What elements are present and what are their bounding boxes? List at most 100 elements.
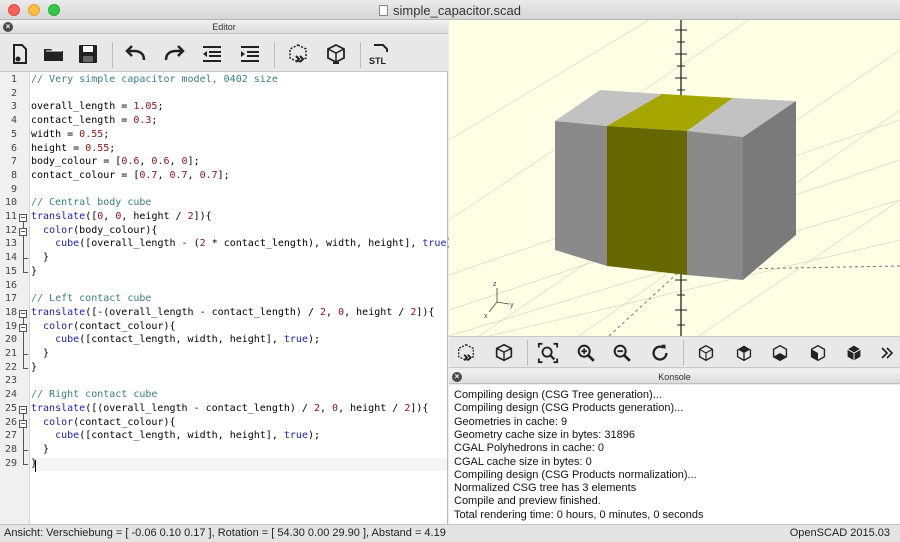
view-bottom-button[interactable] <box>767 340 793 366</box>
line-number: 4 <box>10 115 17 127</box>
body-front <box>607 126 687 275</box>
close-editor-icon[interactable]: × <box>3 22 13 32</box>
view-left-button[interactable] <box>805 340 831 366</box>
cube-front-icon <box>847 345 861 361</box>
open-file-button[interactable] <box>40 40 68 68</box>
console-line: Geometries in cache: 9 <box>454 415 568 428</box>
code-editor[interactable]: 1 2 3 4 5 6 7 8 9 10 11 12 13 14 15 16 17 18 19 20 21 22 23 24 2… <box>0 72 459 524</box>
fold-toggle-icon[interactable]: − <box>19 214 27 222</box>
indent-icon <box>241 46 259 62</box>
model-render: z y x <box>449 20 900 336</box>
editor-header-label: Editor <box>212 22 236 32</box>
code-line: cube([contact_length, width, height], tr… <box>55 430 321 442</box>
close-console-icon[interactable]: × <box>452 372 462 382</box>
line-number: 27 <box>4 430 17 442</box>
view-info-text: Ansicht: Verschiebung = [ -0.06 0.10 0.1… <box>4 527 446 539</box>
fold-toggle-icon[interactable]: − <box>19 309 27 318</box>
preview-button[interactable] <box>284 40 312 68</box>
code-line: contact_length = 0.3; <box>31 115 158 127</box>
view-all-button[interactable] <box>535 340 561 366</box>
code-line: // Left contact cube <box>31 293 152 305</box>
console-line: Total rendering time: 0 hours, 0 minutes… <box>454 508 704 521</box>
view-render-button[interactable] <box>491 340 517 366</box>
view-right-button[interactable] <box>693 340 719 366</box>
line-number: 29 <box>4 457 17 469</box>
line-number: 15 <box>4 265 17 277</box>
line-number: 6 <box>10 142 17 154</box>
more-tools-button[interactable] <box>877 340 897 366</box>
line-number: 25 <box>4 402 17 414</box>
code-line: body_colour = [0.6, 0.6, 0]; <box>31 156 200 168</box>
line-number: 16 <box>4 279 17 291</box>
view-preview-button[interactable] <box>453 340 479 366</box>
version-text: OpenSCAD 2015.03 <box>789 527 890 539</box>
fold-toggle-icon[interactable]: − <box>19 419 27 428</box>
console-line: Compiling design (CSG Products normaliza… <box>454 468 697 481</box>
view-top-button[interactable] <box>731 340 757 366</box>
console-line: Normalized CSG tree has 3 elements <box>454 482 637 495</box>
undo-icon <box>125 45 146 61</box>
line-number: 23 <box>4 375 17 387</box>
console-line: Compiling design (CSG Tree generation)..… <box>454 389 662 401</box>
view-front-button[interactable] <box>841 340 867 366</box>
axis-indicator <box>488 288 510 313</box>
console-panel-header: × Konsole <box>449 370 900 384</box>
current-line-highlight <box>31 458 447 471</box>
editor-panel-header: × Editor <box>0 20 448 34</box>
preview-cube-icon <box>289 44 307 63</box>
render-cube-icon <box>495 343 513 362</box>
floppy-disk-icon <box>79 45 97 63</box>
export-stl-button[interactable]: STL <box>366 40 396 68</box>
fold-toggle-icon[interactable]: − <box>19 405 27 414</box>
code-line: color(contact_colour){ <box>43 320 176 332</box>
indent-button[interactable] <box>236 40 264 68</box>
line-number: 10 <box>4 197 17 209</box>
console-line: CGAL cache size in bytes: 0 <box>454 455 592 468</box>
render-cube-icon <box>327 43 345 64</box>
fold-toggle-icon[interactable]: − <box>19 227 27 236</box>
code-line: } <box>31 348 50 359</box>
console-output[interactable]: Compiling design (CSG Tree generation)..… <box>449 385 900 524</box>
svg-text:STL: STL <box>369 56 387 66</box>
cube-left-icon <box>810 344 826 362</box>
line-number-gutter: 1 2 3 4 5 6 7 8 9 10 11 12 13 14 15 16 17 18 19 20 21 22 23 24 2… <box>0 72 30 524</box>
reset-view-icon <box>652 344 668 361</box>
undo-button[interactable] <box>122 40 150 68</box>
code-line: translate([(overall_length - contact_len… <box>31 402 429 414</box>
reset-view-button[interactable] <box>647 340 673 366</box>
zoom-in-icon <box>577 344 595 362</box>
line-number: 22 <box>4 361 17 373</box>
new-file-button[interactable] <box>6 40 34 68</box>
zoom-in-button[interactable] <box>573 340 599 366</box>
code-line: cube([overall_length - (2 * contact_leng… <box>55 238 458 250</box>
code-line: // Right contact cube <box>31 389 158 401</box>
console-line: Compiling design (CSG Products generatio… <box>454 402 684 415</box>
code-line: } <box>31 265 38 277</box>
fold-toggle-icon[interactable]: − <box>19 323 27 332</box>
line-number: 18 <box>4 306 17 318</box>
line-number: 14 <box>4 252 17 264</box>
left-contact-front <box>555 121 607 266</box>
unindent-button[interactable] <box>198 40 226 68</box>
console-line: Geometry cache size in bytes: 31896 <box>454 428 635 441</box>
code-line: // Very simple capacitor model, 0402 siz… <box>31 74 278 85</box>
line-number: 17 <box>4 293 17 305</box>
text-caret <box>35 460 36 472</box>
line-number: 9 <box>10 183 17 195</box>
save-file-button[interactable] <box>74 40 102 68</box>
zoom-fit-icon <box>537 342 559 364</box>
redo-button[interactable] <box>160 40 188 68</box>
right-contact-front <box>687 131 743 280</box>
axis-label-x: x <box>484 313 488 320</box>
render-button[interactable] <box>322 40 350 68</box>
3d-viewport[interactable]: z y x <box>449 20 900 336</box>
line-number: 26 <box>4 416 17 428</box>
line-number: 21 <box>4 348 17 359</box>
folder-icon <box>44 49 63 61</box>
code-line: } <box>31 252 50 264</box>
line-number: 13 <box>4 238 17 250</box>
zoom-out-button[interactable] <box>609 340 635 366</box>
code-line: color(body_colour){ <box>43 224 158 236</box>
stl-export-icon: STL <box>369 44 388 66</box>
code-line: } <box>31 361 38 373</box>
